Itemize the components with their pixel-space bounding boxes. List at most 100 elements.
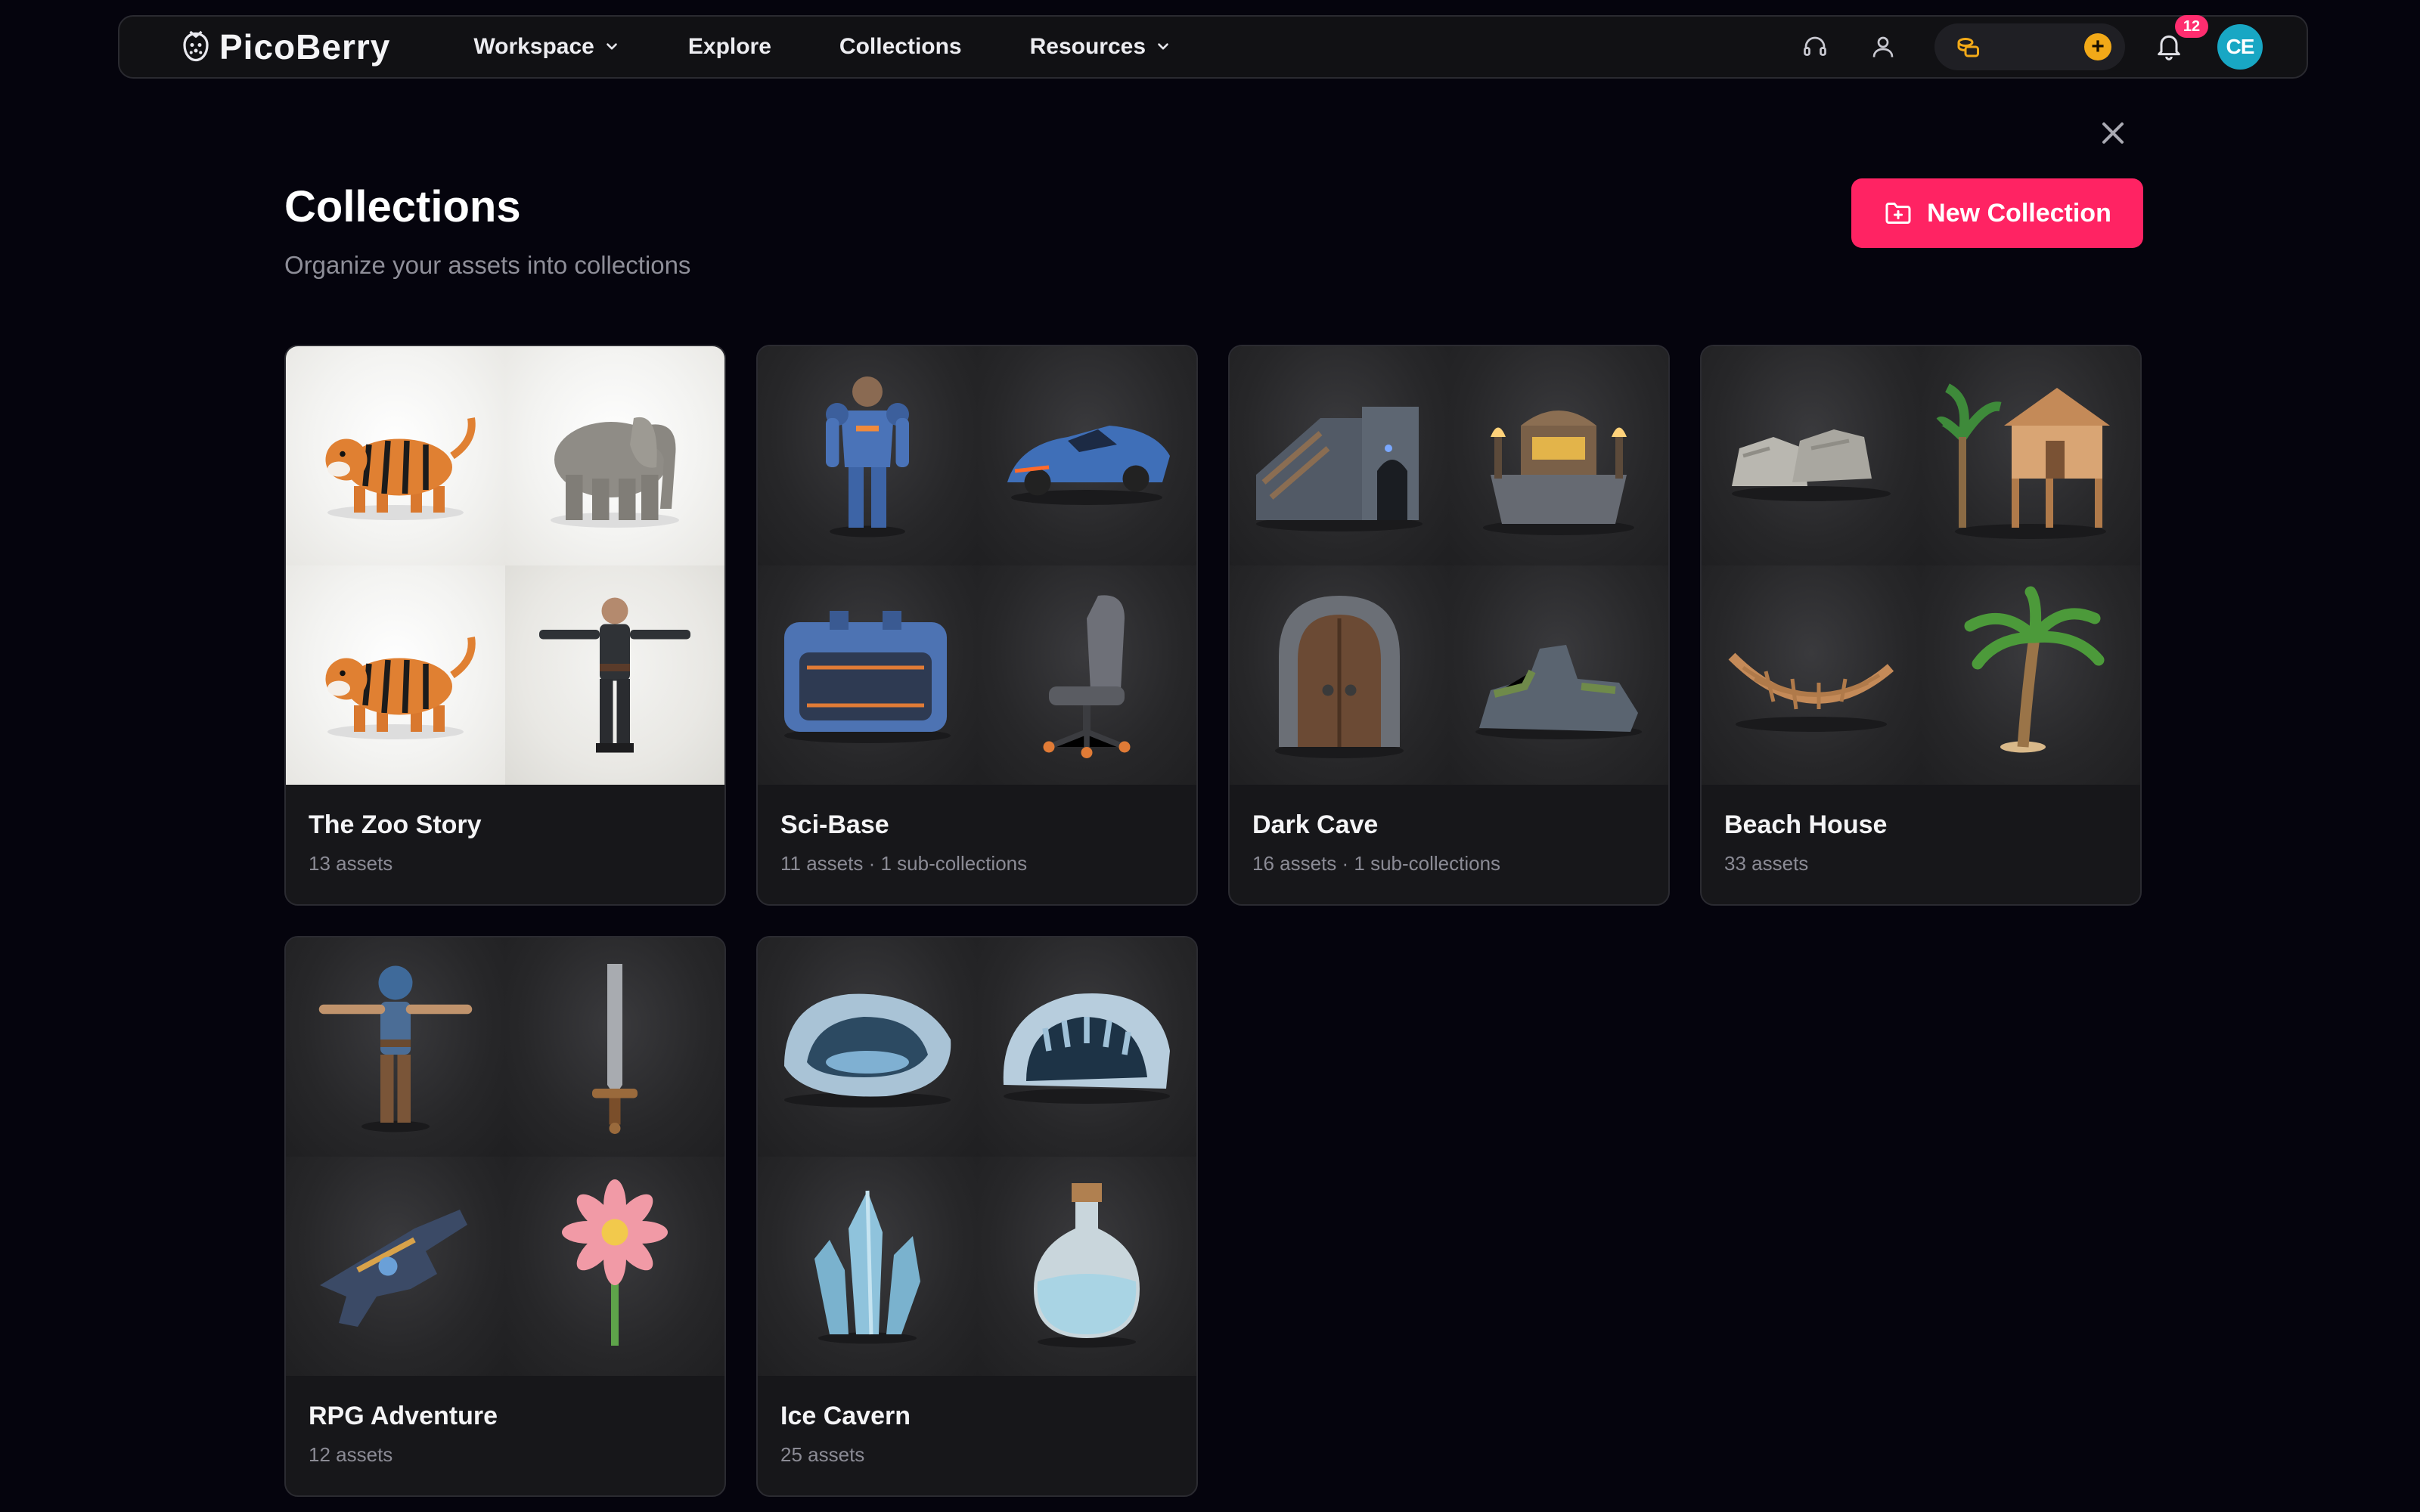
thumb-potion-bottle xyxy=(977,1157,1196,1376)
thumb-sci-fi-crate xyxy=(758,565,977,785)
thumb-soldier-character xyxy=(505,565,724,785)
tiger-icon xyxy=(325,637,476,739)
berry-logo-icon xyxy=(183,30,209,62)
treasure-chest-icon xyxy=(1483,411,1634,535)
collection-thumbnails xyxy=(286,346,724,785)
add-credits-button[interactable]: + xyxy=(2084,33,2111,60)
thumb-hover-car xyxy=(977,346,1196,565)
character-icon xyxy=(539,597,690,753)
coins-icon xyxy=(1957,38,1979,57)
collection-card[interactable]: The Zoo Story 13 assets xyxy=(284,345,726,906)
folder-plus-icon xyxy=(1885,203,1911,224)
adventurer-icon xyxy=(318,965,473,1132)
support-button[interactable] xyxy=(1798,30,1832,64)
thumb-boulders xyxy=(1702,346,1921,565)
brand-logo[interactable]: PicoBerry xyxy=(177,26,390,67)
collection-thumbnails xyxy=(286,937,724,1376)
nav-actions: + 12 CE xyxy=(1798,15,2263,77)
collection-info: The Zoo Story 13 assets xyxy=(286,785,724,875)
palm-tree-icon xyxy=(1964,586,2105,753)
thumb-ice-crystal xyxy=(758,1157,977,1376)
collection-meta: 11 assets · 1 sub-collections xyxy=(780,852,1028,875)
crystal-icon xyxy=(814,1190,920,1344)
thumb-blaster-gun xyxy=(286,1157,505,1376)
thumb-tiger xyxy=(286,565,505,785)
chevron-down-icon xyxy=(607,43,617,50)
page-title: Collections xyxy=(284,182,521,231)
thumb-ice-cave xyxy=(758,937,977,1157)
nav-workspace[interactable]: Workspace xyxy=(473,34,620,60)
nav-workspace-label: Workspace xyxy=(473,34,594,59)
tiger-icon xyxy=(325,417,476,520)
collection-thumbnails xyxy=(1702,346,2140,785)
collection-meta: 12 assets xyxy=(309,1443,393,1466)
collection-meta: 25 assets xyxy=(780,1443,865,1466)
top-navbar: PicoBerry Workspace Explore Collections … xyxy=(118,15,2308,79)
door-icon xyxy=(1275,596,1404,758)
thumb-armored-soldier xyxy=(758,346,977,565)
collection-meta: 33 assets xyxy=(1724,852,1809,875)
notifications-button[interactable]: 12 xyxy=(2154,15,2208,64)
thumb-mossy-rocks xyxy=(1449,565,1668,785)
crate-icon xyxy=(784,611,951,743)
collection-info: Sci-Base 11 assets · 1 sub-collections xyxy=(758,785,1196,875)
collection-card[interactable]: Dark Cave 16 assets · 1 sub-collections xyxy=(1228,345,1670,906)
thumb-ice-cave-arch xyxy=(977,937,1196,1157)
sword-icon xyxy=(592,964,638,1134)
gun-icon xyxy=(320,1210,467,1327)
collection-thumbnails xyxy=(1230,346,1668,785)
collection-title: Beach House xyxy=(1724,810,1888,839)
user-icon xyxy=(1872,36,1894,57)
collections-grid: The Zoo Story 13 assets Sci-Base 11 asse… xyxy=(284,345,2142,1497)
nav-collections-label: Collections xyxy=(839,34,962,59)
thumb-stilt-hut xyxy=(1921,346,2140,565)
thumb-office-chair xyxy=(977,565,1196,785)
thumb-stone-ruins xyxy=(1230,346,1449,565)
nav-explore[interactable]: Explore xyxy=(688,34,771,60)
collection-title: The Zoo Story xyxy=(309,810,482,839)
notification-count-badge: 12 xyxy=(2175,15,2208,38)
chevron-down-icon xyxy=(1158,43,1168,50)
thumb-elephant xyxy=(505,346,724,565)
thumb-palm-tree xyxy=(1921,565,2140,785)
collection-info: Beach House 33 assets xyxy=(1702,785,2140,875)
avatar[interactable]: CE xyxy=(2217,24,2263,70)
nav-explore-label: Explore xyxy=(687,34,771,59)
ice-cave-icon xyxy=(784,993,951,1108)
chair-icon xyxy=(1043,595,1131,758)
new-collection-label: New Collection xyxy=(1927,198,2111,228)
close-icon[interactable] xyxy=(2098,118,2128,148)
nav-resources-label: Resources xyxy=(1029,34,1146,59)
profile-button[interactable] xyxy=(1866,30,1900,64)
collection-meta: 16 assets · 1 sub-collections xyxy=(1252,852,1501,875)
collection-thumbnails xyxy=(758,937,1196,1376)
credits-pill[interactable]: + xyxy=(1934,23,2125,70)
new-collection-button[interactable]: New Collection xyxy=(1851,178,2143,248)
collection-title: RPG Adventure xyxy=(309,1402,498,1430)
flower-icon xyxy=(562,1179,668,1346)
elephant-icon xyxy=(551,417,679,528)
collection-title: Ice Cavern xyxy=(780,1402,911,1430)
boulders-icon xyxy=(1732,429,1891,501)
collection-meta: 13 assets xyxy=(309,852,393,875)
collection-title: Dark Cave xyxy=(1252,810,1379,839)
collection-info: Ice Cavern 25 assets xyxy=(758,1376,1196,1467)
nav-collections[interactable]: Collections xyxy=(839,34,962,60)
hut-icon xyxy=(1936,383,2110,539)
collection-card[interactable]: Beach House 33 assets xyxy=(1700,345,2142,906)
collection-title: Sci-Base xyxy=(780,810,889,839)
thumb-tiger xyxy=(286,346,505,565)
ice-cave-icon xyxy=(1003,993,1170,1104)
collection-card[interactable]: Sci-Base 11 assets · 1 sub-collections xyxy=(756,345,1198,906)
collection-info: Dark Cave 16 assets · 1 sub-collections xyxy=(1230,785,1668,875)
thumb-hammock xyxy=(1702,565,1921,785)
collection-card[interactable]: Ice Cavern 25 assets xyxy=(756,936,1198,1497)
car-icon xyxy=(1007,426,1170,505)
rocks-icon xyxy=(1475,645,1642,739)
brand-name: PicoBerry xyxy=(219,27,391,67)
collection-card[interactable]: RPG Adventure 12 assets xyxy=(284,936,726,1497)
thumb-sword xyxy=(505,937,724,1157)
thumb-treasure-altar xyxy=(1449,346,1668,565)
thumb-adventurer-character xyxy=(286,937,505,1157)
nav-resources[interactable]: Resources xyxy=(1030,34,1171,60)
